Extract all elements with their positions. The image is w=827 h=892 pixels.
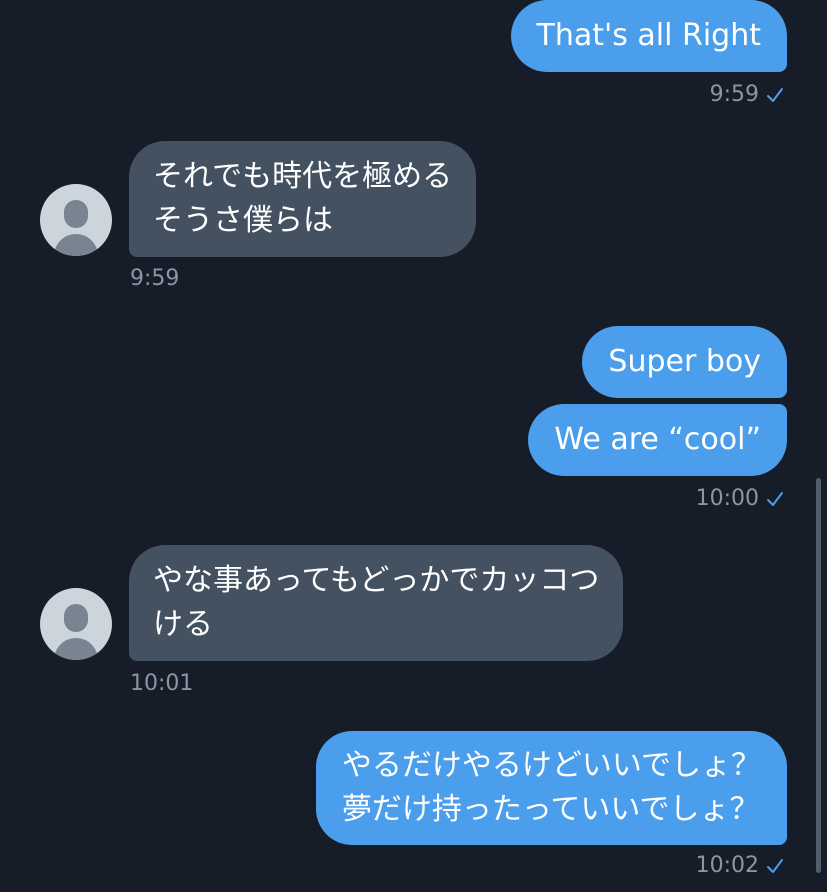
sent-message-bubble[interactable]: やるだけやるけどいいでしょ？ 夢だけ持ったっていいでしょ？ xyxy=(315,731,787,845)
conversation-view[interactable]: { "colors": { "background": "#161d28", "… xyxy=(0,0,827,892)
message-timestamp: 9:59 xyxy=(710,82,785,107)
contact-avatar[interactable] xyxy=(40,184,112,256)
avatar-head-shape xyxy=(64,200,88,228)
message-text-line: それでも時代を極める xyxy=(153,159,453,194)
avatar-shoulders-shape xyxy=(54,638,98,660)
received-message-bubble[interactable]: それでも時代を極める そうさ僕らは xyxy=(129,141,477,257)
timestamp-text: 10:02 xyxy=(695,853,759,878)
timestamp-text: 9:59 xyxy=(130,266,180,291)
avatar-head-shape xyxy=(64,604,88,632)
scrollbar-thumb[interactable] xyxy=(816,478,821,873)
timestamp-text: 10:00 xyxy=(695,486,759,511)
message-text: Super boy xyxy=(608,344,761,379)
message-text-line: やるだけやるけどいいでしょ？ xyxy=(341,748,761,783)
sent-message-bubble[interactable]: Super boy xyxy=(582,326,787,398)
received-message-bubble[interactable]: やな事あってもどっかでカッコつ ける xyxy=(129,545,624,661)
check-icon xyxy=(767,491,783,506)
sent-message-bubble[interactable]: That's all Right xyxy=(510,0,787,72)
avatar-shoulders-shape xyxy=(54,234,98,256)
timestamp-text: 10:01 xyxy=(130,671,194,696)
message-timestamp: 9:59 xyxy=(130,266,179,291)
contact-avatar[interactable] xyxy=(40,588,112,660)
check-icon xyxy=(767,87,783,102)
message-timestamp: 10:00 xyxy=(696,486,785,511)
message-timestamp: 10:02 xyxy=(696,853,785,878)
message-text-line: 夢だけ持ったっていいでしょ？ xyxy=(341,792,760,827)
sent-message-bubble[interactable]: We are “cool” xyxy=(528,404,787,476)
message-text: That's all Right xyxy=(536,18,762,53)
message-timestamp: 10:01 xyxy=(130,671,193,696)
timestamp-text: 9:59 xyxy=(709,82,759,107)
check-icon xyxy=(767,858,783,873)
message-text: We are “cool” xyxy=(554,422,761,457)
message-text-line: やな事あってもどっかでカッコつ xyxy=(153,563,600,598)
message-text-line: ける xyxy=(153,607,213,642)
message-text-line: そうさ僕らは xyxy=(153,203,333,238)
